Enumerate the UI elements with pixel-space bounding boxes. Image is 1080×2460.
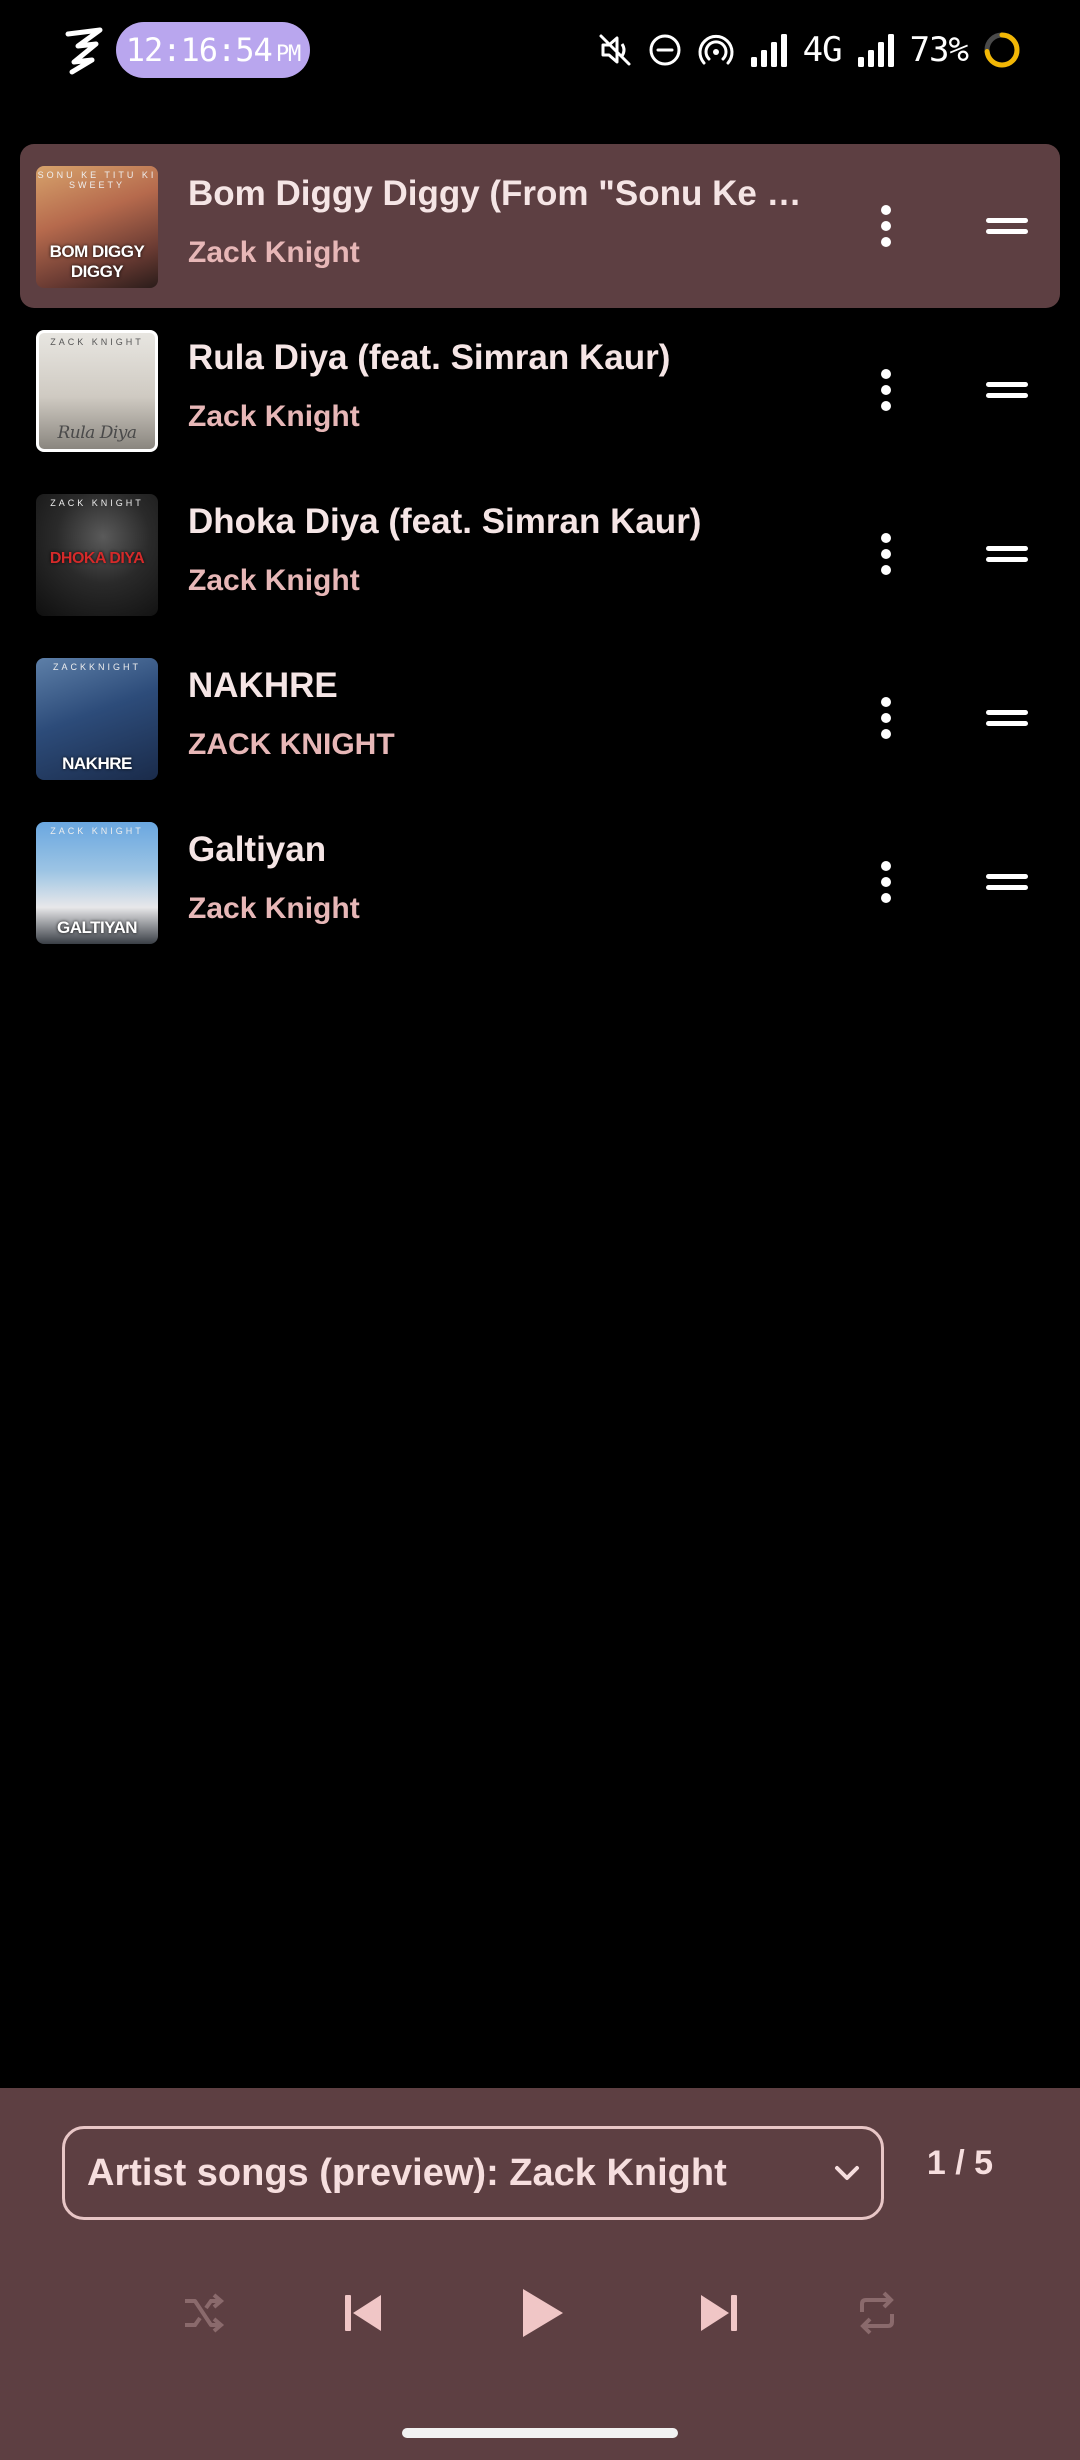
song-artist: Zack Knight [188,400,360,433]
queue-source-dropdown[interactable]: Artist songs (preview): Zack Knight [62,2126,884,2220]
album-art-caption: DHOKA DIYA [49,550,145,567]
queue-item[interactable]: ZACK KNIGHT DHOKA DIYA Dhoka Diya (feat.… [20,472,1060,636]
drag-handle-icon [986,218,1028,234]
drag-handle[interactable] [972,852,1042,912]
shuffle-icon [185,2293,225,2333]
battery-percent: 73% [909,30,969,70]
album-art: ZACK KNIGHT GALTIYAN [36,822,158,944]
album-art: SONU KE TITU KI SWEETY BOM DIGGY DIGGY [36,166,158,288]
drag-handle[interactable] [972,524,1042,584]
song-title: Bom Diggy Diggy (From "Sonu Ke … [188,174,802,213]
drag-handle[interactable] [972,196,1042,256]
song-artist: Zack Knight [188,892,360,925]
queue-position: 1 / 5 [926,2144,994,2182]
player-panel: Artist songs (preview): Zack Knight 1 / … [0,2088,1080,2460]
more-vertical-icon [881,205,891,247]
song-artist: ZACK KNIGHT [188,728,395,761]
status-icons: 4G 73% [597,22,1022,78]
more-options-button[interactable] [856,360,916,420]
time-pill: 12:16:54 PM [116,22,310,78]
queue-list: SONU KE TITU KI SWEETY BOM DIGGY DIGGY B… [20,144,1060,964]
queue-item[interactable]: ZACK KNIGHT GALTIYAN Galtiyan Zack Knigh… [20,800,1060,964]
more-options-button[interactable] [856,196,916,256]
album-art-top-text: ZACK KNIGHT [50,337,144,347]
drag-handle-icon [986,710,1028,726]
clock-time: 12:16:54 [125,31,273,69]
signal-icon [749,33,789,67]
more-vertical-icon [881,861,891,903]
song-title: Dhoka Diya (feat. Simran Kaur) [188,502,702,541]
clock-ampm: PM [275,42,301,67]
song-artist: Zack Knight [188,564,360,597]
song-artist: Zack Knight [188,236,360,269]
more-options-button[interactable] [856,852,916,912]
more-options-button[interactable] [856,524,916,584]
album-art-top-text: ZACKKNIGHT [52,662,141,672]
playback-controls [0,2268,1080,2368]
next-button[interactable] [674,2268,764,2358]
album-art-caption: GALTIYAN [56,918,138,937]
more-vertical-icon [881,697,891,739]
app-logo-icon [65,27,103,75]
mute-icon [597,32,633,68]
more-options-button[interactable] [856,688,916,748]
queue-item-current[interactable]: SONU KE TITU KI SWEETY BOM DIGGY DIGGY B… [20,144,1060,308]
album-art: ZACKKNIGHT NAKHRE [36,658,158,780]
song-title: NAKHRE [188,666,338,705]
drag-handle[interactable] [972,360,1042,420]
play-icon [523,2289,563,2337]
status-bar: 12:16:54 PM 4G 73% [0,0,1080,100]
skip-previous-icon [345,2295,381,2331]
more-vertical-icon [881,533,891,575]
album-art-top-text: ZACK KNIGHT [50,498,144,508]
song-title: Rula Diya (feat. Simran Kaur) [188,338,671,377]
repeat-button[interactable] [832,2268,922,2358]
album-art-caption: NAKHRE [62,754,132,773]
drag-handle-icon [986,382,1028,398]
home-indicator[interactable] [402,2428,678,2438]
queue-source-label: Artist songs (preview): Zack Knight [87,2152,727,2194]
song-title: Galtiyan [188,830,327,869]
album-art: ZACK KNIGHT DHOKA DIYA [36,494,158,616]
drag-handle-icon [986,546,1028,562]
album-art-caption: Rula Diya [57,423,137,443]
play-button[interactable] [496,2268,586,2358]
album-art: ZACK KNIGHT Rula Diya [36,330,158,452]
album-art-caption: BOM DIGGY DIGGY [49,242,145,281]
shuffle-button[interactable] [158,2268,248,2358]
screen: 12:16:54 PM 4G 73% SONU KE TITU KI SWEET… [0,0,1080,2460]
more-vertical-icon [881,369,891,411]
queue-item[interactable]: ZACK KNIGHT Rula Diya Rula Diya (feat. S… [20,308,1060,472]
repeat-icon [860,2291,894,2335]
queue-item[interactable]: ZACKKNIGHT NAKHRE NAKHRE ZACK KNIGHT [20,636,1060,800]
battery-ring-icon [982,30,1022,70]
hotspot-icon [697,32,735,68]
do-not-disturb-icon [647,32,683,68]
previous-button[interactable] [318,2268,408,2358]
drag-handle[interactable] [972,688,1042,748]
chevron-down-icon [835,2166,859,2180]
signal-icon-2 [856,33,896,67]
skip-next-icon [701,2295,737,2331]
network-type: 4G [802,30,843,70]
album-art-top-text: SONU KE TITU KI SWEETY [37,170,157,190]
album-art-top-text: ZACK KNIGHT [50,826,144,836]
drag-handle-icon [986,874,1028,890]
